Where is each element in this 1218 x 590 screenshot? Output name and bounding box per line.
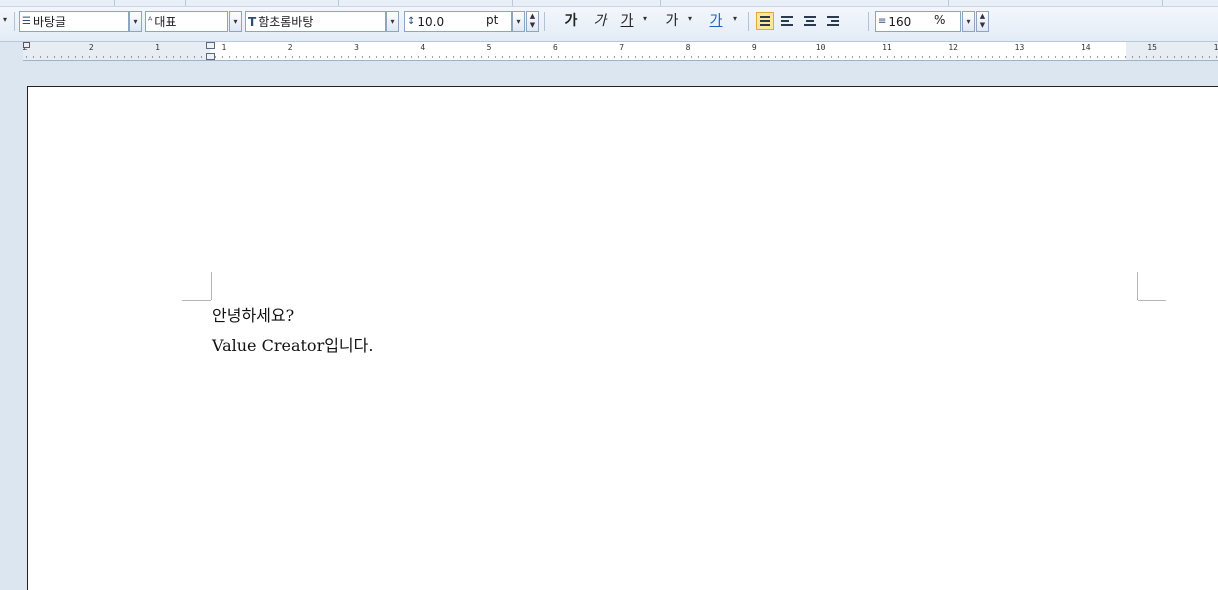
strip-separator (114, 0, 115, 6)
strikethrough-dropdown-icon[interactable]: ▾ (688, 14, 692, 23)
ruler-number: 2 (287, 43, 293, 52)
ruler-number: 11 (882, 43, 892, 52)
toolbar-separator (544, 12, 545, 31)
ruler-number: 3 (354, 43, 359, 52)
language-icon: ᴬ (148, 16, 153, 27)
crop-mark-top-left-horizontal (182, 300, 211, 301)
line-spacing-icon: ≡ (878, 16, 887, 27)
ruler-number: 6 (552, 43, 558, 52)
paragraph-line[interactable]: Value Creator입니다. (212, 331, 373, 361)
language-dropdown[interactable]: ▾ (229, 11, 242, 32)
paragraph-style-dropdown[interactable]: ▾ (129, 11, 142, 32)
line-spacing-combo[interactable]: ≡ 160 (875, 11, 961, 32)
align-right-icon-line (827, 24, 839, 26)
ruler-number: 7 (619, 43, 625, 52)
line-spacing-spinner[interactable]: ▲ ▼ (976, 11, 989, 32)
justify-icon (760, 16, 770, 18)
ruler-number: 10 (815, 43, 826, 52)
line-spacing-unit: % (934, 13, 946, 27)
align-left-button[interactable] (778, 12, 796, 30)
align-right-icon-line (831, 20, 839, 22)
justify-icon-line (760, 20, 770, 22)
ruler-number: 12 (948, 43, 959, 52)
font-dropdown[interactable]: ▾ (386, 11, 399, 32)
font-color-button[interactable]: 가 (708, 11, 724, 32)
align-left-icon-line (781, 20, 789, 22)
paragraph-style-value: 바탕글 (32, 15, 67, 29)
paragraph-style-combo[interactable]: ☰ 바탕글 (19, 11, 129, 32)
line-spacing-dropdown[interactable]: ▾ (962, 11, 975, 32)
font-value: 함초롬바탕 (258, 15, 314, 29)
ruler-number: 9 (751, 43, 757, 52)
strikethrough-button[interactable]: 가 (664, 11, 680, 32)
ruler-tab-marker[interactable] (23, 42, 30, 48)
ruler-number: 15 (1147, 43, 1157, 52)
document-page[interactable] (27, 86, 1218, 590)
paragraph-line[interactable]: 안녕하세요? (212, 301, 373, 331)
paragraph-style-icon: ☰ (22, 16, 31, 27)
ruler-number: 1 (221, 43, 227, 52)
left-indent-handle[interactable] (206, 53, 215, 60)
toolbar-separator (868, 12, 869, 31)
ruler-number: 8 (685, 43, 691, 52)
toolbar-separator (748, 12, 749, 31)
upper-toolbar-strip (0, 0, 1218, 7)
font-size-dropdown[interactable]: ▾ (512, 11, 525, 32)
language-combo[interactable]: ᴬ 대표 (145, 11, 228, 32)
strip-separator (1162, 0, 1163, 6)
strip-separator (948, 0, 949, 6)
align-left-icon (781, 16, 793, 18)
ruler-number: 16 (1213, 43, 1218, 52)
align-justify-button[interactable] (756, 12, 774, 30)
ruler-number: 14 (1080, 43, 1091, 52)
font-size-icon: ↕ (407, 16, 416, 27)
align-center-button[interactable] (801, 12, 819, 30)
document-body-text[interactable]: 안녕하세요? Value Creator입니다. (212, 301, 373, 361)
toolbar-separator (14, 12, 15, 31)
strip-separator (660, 0, 661, 6)
font-combo[interactable]: T 함초롬바탕 (245, 11, 386, 32)
align-left-icon-line (781, 24, 793, 26)
ruler-ticks (23, 56, 1218, 58)
crop-mark-top-left-vertical (211, 272, 212, 300)
line-spacing-value: 160 (888, 14, 912, 29)
language-value: 대표 (154, 15, 177, 29)
font-size-unit: pt (486, 13, 499, 27)
align-right-button[interactable] (824, 12, 842, 30)
font-color-dropdown-icon[interactable]: ▾ (733, 14, 737, 23)
crop-mark-top-right-vertical (1137, 272, 1138, 300)
indent-marker[interactable] (206, 42, 215, 60)
ruler-number: 2 (88, 43, 94, 52)
first-line-indent-handle[interactable] (206, 42, 215, 49)
ruler-number: 1 (155, 43, 161, 52)
bold-button[interactable]: 가 (563, 11, 579, 32)
align-center-icon-line (804, 24, 816, 26)
font-icon: T (248, 14, 257, 29)
formatting-toolbar: ▾ ☰ 바탕글 ▾ ᴬ 대표 ▾ T 함초롬바탕 ▾ ↕ 10.0 pt ▾ ▲… (0, 0, 1218, 42)
strip-separator (338, 0, 339, 6)
align-center-icon (804, 16, 816, 18)
font-size-spinner[interactable]: ▲ ▼ (526, 11, 539, 32)
ruler-number: 13 (1014, 43, 1025, 52)
crop-mark-top-right-horizontal (1138, 300, 1166, 301)
strip-separator (185, 0, 186, 6)
align-right-icon (827, 16, 839, 18)
ruler-number: 4 (420, 43, 426, 52)
align-center-icon-line (806, 20, 814, 22)
justify-icon-line (760, 24, 770, 26)
strip-separator (512, 0, 513, 6)
italic-button[interactable]: 가 (592, 11, 608, 32)
horizontal-ruler[interactable]: 22112345678910111213141516 (23, 42, 1218, 61)
ruler-number: 5 (486, 43, 492, 52)
underline-dropdown-icon[interactable]: ▾ (643, 14, 647, 23)
underline-button[interactable]: 가 (619, 11, 635, 32)
toolbar-overflow-icon[interactable]: ▾ (3, 15, 7, 24)
